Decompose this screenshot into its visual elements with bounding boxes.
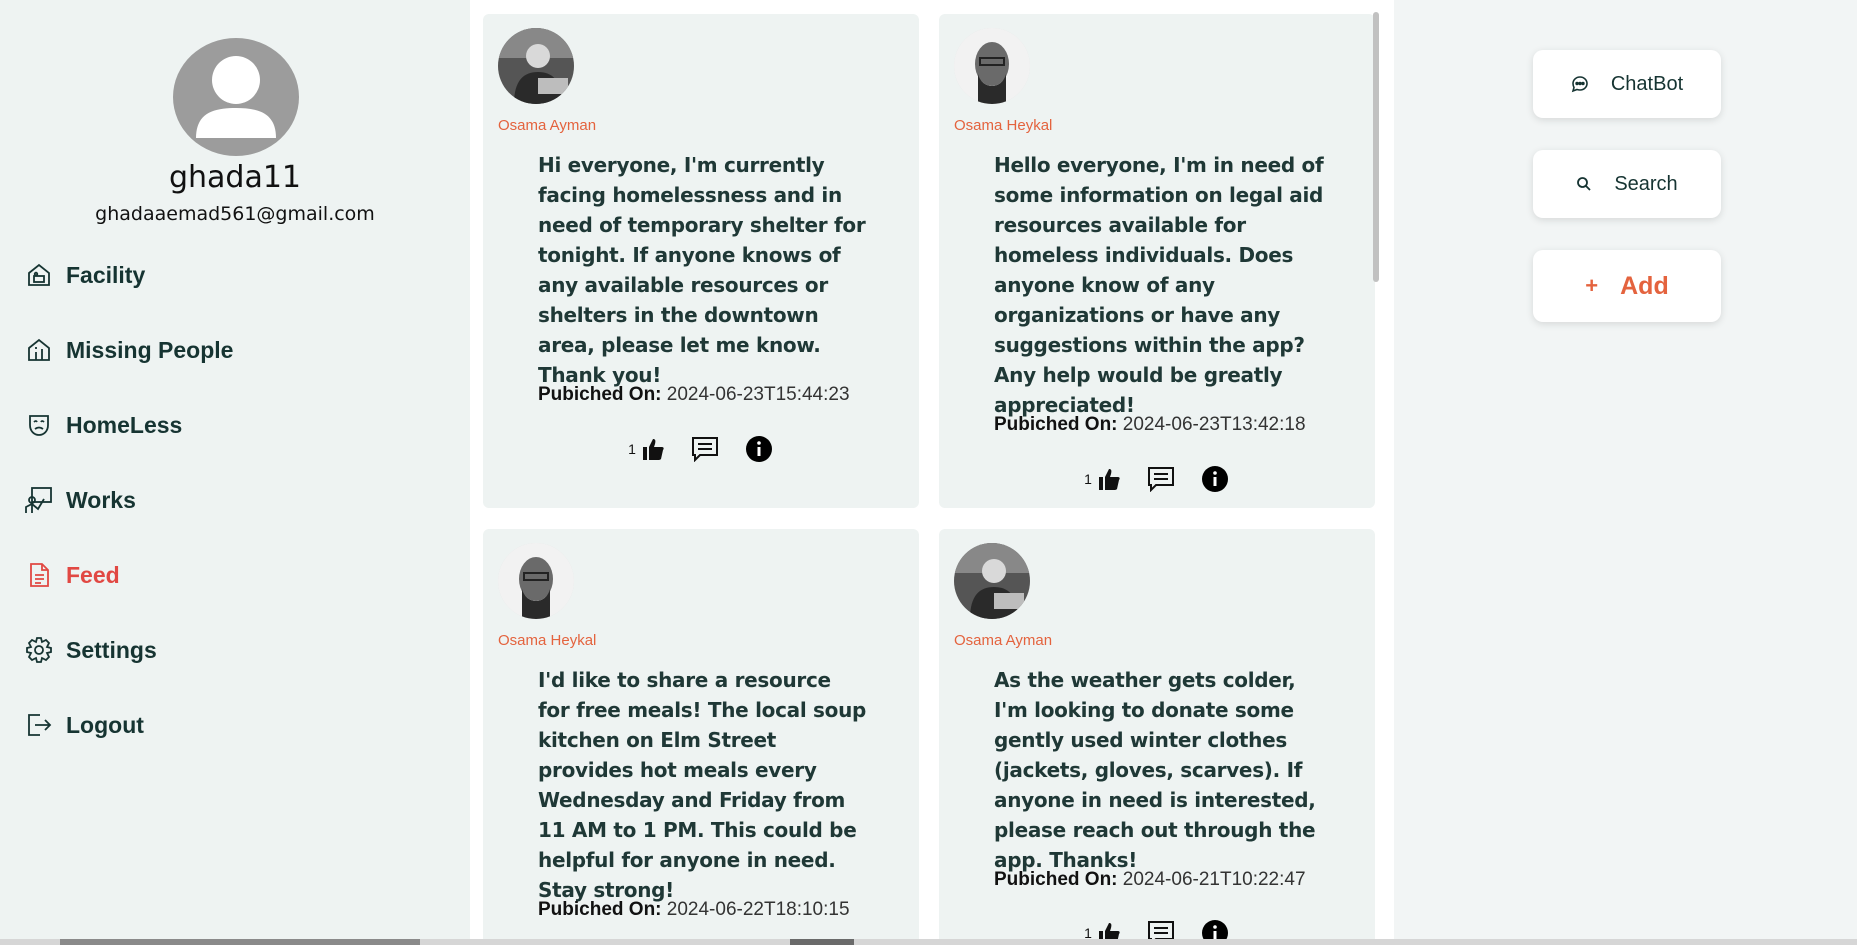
author-avatar[interactable] <box>954 28 1030 104</box>
profile-avatar[interactable] <box>173 38 299 156</box>
profile-username: ghada11 <box>168 160 302 195</box>
profile-email: ghadaaemad561@gmail.com <box>95 203 375 225</box>
feed-area: Osama Ayman Hi everyone, I'm currently f… <box>470 0 1394 945</box>
nav-item-settings[interactable]: Settings <box>24 630 157 670</box>
like-count: 1 <box>1084 471 1092 487</box>
works-icon <box>24 485 54 515</box>
published-label: Pubiched On: <box>994 869 1118 890</box>
published-date: 2024-06-21T10:22:47 <box>1122 869 1306 890</box>
comment-icon[interactable] <box>1146 464 1176 494</box>
user-placeholder-icon <box>196 56 276 138</box>
comment-icon[interactable] <box>690 434 720 464</box>
nav-label: Logout <box>66 711 144 738</box>
add-label: Add <box>1620 271 1669 300</box>
facility-icon <box>24 260 54 290</box>
post-published: Pubiched On: 2024-06-23T15:44:23 <box>538 384 850 406</box>
post-body: I'd like to share a resource for free me… <box>538 668 867 902</box>
like-button[interactable]: 1 <box>1084 466 1122 492</box>
published-date: 2024-06-23T15:44:23 <box>666 384 850 405</box>
post-body: Hi everyone, I'm currently facing homele… <box>538 153 866 387</box>
post-author[interactable]: Osama Ayman <box>954 632 1052 649</box>
post-author[interactable]: Osama Heykal <box>954 117 1052 134</box>
post-card: Osama Ayman As the weather gets colder, … <box>939 529 1375 945</box>
published-date: 2024-06-22T18:10:15 <box>666 899 850 920</box>
plus-icon: + <box>1585 273 1599 298</box>
post-body: As the weather gets colder, I'm looking … <box>994 668 1316 872</box>
post-body: Hello everyone, I'm in need of some info… <box>994 153 1324 417</box>
sidebar: ghada11 ghadaaemad561@gmail.com Facility… <box>0 0 470 945</box>
post-card: Osama Heykal Hello everyone, I'm in need… <box>939 14 1375 508</box>
feed-document-icon <box>24 560 54 590</box>
nav-label: Facility <box>66 261 146 288</box>
mask-icon <box>24 410 54 440</box>
like-button[interactable]: 1 <box>628 436 666 462</box>
info-icon[interactable] <box>1200 464 1230 494</box>
chatbot-label: ChatBot <box>1610 72 1684 95</box>
author-avatar[interactable] <box>498 28 574 104</box>
nav-label: Missing People <box>66 336 234 363</box>
nav-item-facility[interactable]: Facility <box>24 255 145 295</box>
nav-label: HomeLess <box>66 411 183 438</box>
post-published: Pubiched On: 2024-06-22T18:10:15 <box>538 899 850 921</box>
search-button[interactable]: Search <box>1533 150 1721 218</box>
published-label: Pubiched On: <box>538 384 662 405</box>
search-icon <box>1576 176 1592 192</box>
author-avatar[interactable] <box>498 543 574 619</box>
nav-item-logout[interactable]: Logout <box>24 705 144 745</box>
post-author[interactable]: Osama Heykal <box>498 632 596 649</box>
post-published: Pubiched On: 2024-06-21T10:22:47 <box>994 869 1306 891</box>
logout-icon <box>24 710 54 740</box>
nav-label: Settings <box>66 636 157 663</box>
thumbs-up-icon <box>642 439 664 460</box>
nav-item-missing-people[interactable]: Missing People <box>24 330 233 370</box>
post-published: Pubiched On: 2024-06-23T13:42:18 <box>994 414 1306 436</box>
search-label: Search <box>1614 172 1678 195</box>
nav-label: Works <box>66 486 136 513</box>
nav-item-feed[interactable]: Feed <box>24 555 120 595</box>
like-count: 1 <box>628 441 636 457</box>
chatbot-button[interactable]: ChatBot <box>1533 50 1721 118</box>
post-card: Osama Ayman Hi everyone, I'm currently f… <box>483 14 919 508</box>
gear-icon <box>24 635 54 665</box>
thumbs-up-icon <box>1098 469 1120 490</box>
missing-people-icon <box>24 335 54 365</box>
post-actions: 1 <box>483 434 919 464</box>
author-avatar[interactable] <box>954 543 1030 619</box>
post-actions: 1 <box>939 464 1375 494</box>
published-date: 2024-06-23T13:42:18 <box>1122 414 1306 435</box>
taskbar-indicator <box>790 939 854 945</box>
horizontal-scrollbar-thumb[interactable] <box>60 939 420 945</box>
published-label: Pubiched On: <box>994 414 1118 435</box>
post-author[interactable]: Osama Ayman <box>498 117 596 134</box>
nav-label: Feed <box>66 561 120 588</box>
info-icon[interactable] <box>744 434 774 464</box>
nav-item-homeless[interactable]: HomeLess <box>24 405 182 445</box>
feed-scrollbar[interactable] <box>1373 12 1379 282</box>
chat-bubble-icon <box>1571 75 1589 93</box>
add-button[interactable]: + Add <box>1533 250 1721 322</box>
post-card: Osama Heykal I'd like to share a resourc… <box>483 529 919 945</box>
nav-item-works[interactable]: Works <box>24 480 136 520</box>
published-label: Pubiched On: <box>538 899 662 920</box>
